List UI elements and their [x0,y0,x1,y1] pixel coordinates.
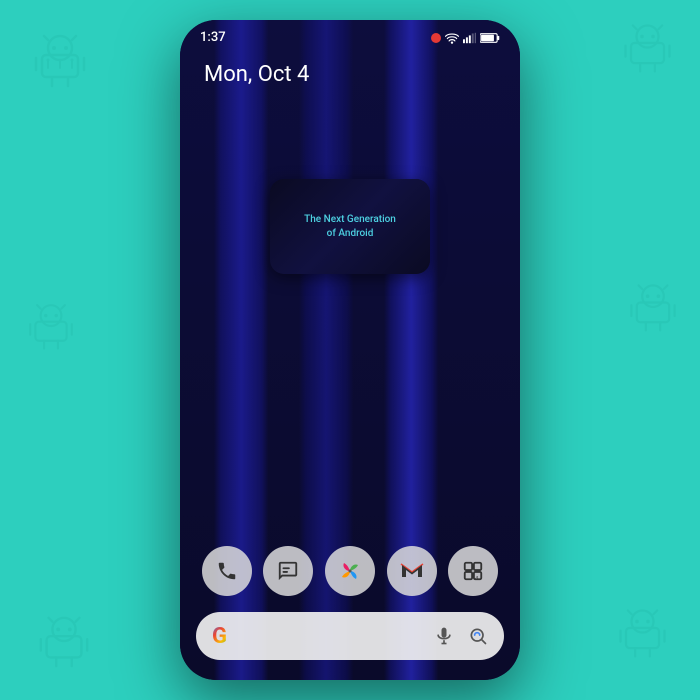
wifi-icon [445,32,459,44]
search-icons [434,626,488,646]
status-time: 1:37 [200,30,226,45]
phone-dock-icon[interactable] [202,546,252,596]
svg-text:4: 4 [475,576,478,582]
home-screen-space [180,274,520,536]
search-bar[interactable]: G [196,612,504,660]
video-line1: The Next Generation [304,214,396,225]
pinwheel-dock-icon[interactable] [325,546,375,596]
mic-icon[interactable] [434,626,454,646]
video-line2: of Android [327,228,374,239]
lens-icon[interactable] [468,626,488,646]
messages-dock-icon[interactable] [263,546,313,596]
date-display: Mon, Oct 4 [180,50,520,99]
video-text: The Next Generation of Android [296,205,404,249]
battery-icon [480,32,500,44]
status-bar: 1:37 [180,20,520,50]
video-widget-inner: The Next Generation of Android [270,179,430,274]
dock: 4 [180,536,520,606]
overview-dock-icon[interactable]: 4 [448,546,498,596]
record-icon [431,33,441,43]
signal-icon [463,32,476,44]
status-icons [431,32,500,44]
google-logo: G [212,624,227,649]
phone-device: 1:37 [180,20,520,680]
gmail-dock-icon[interactable] [387,546,437,596]
video-widget[interactable]: The Next Generation of Android [270,179,430,274]
